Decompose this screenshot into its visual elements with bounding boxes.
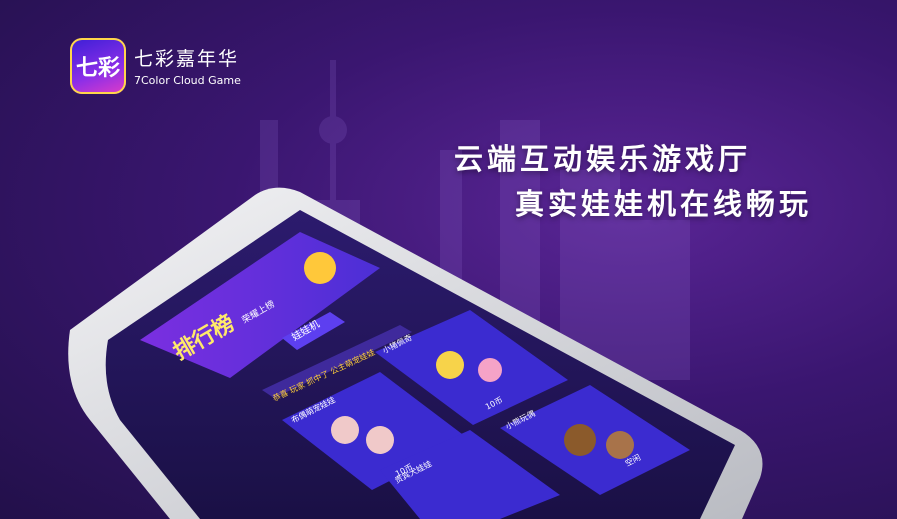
coin-icon [304,252,336,284]
phone-mockup [68,187,763,519]
